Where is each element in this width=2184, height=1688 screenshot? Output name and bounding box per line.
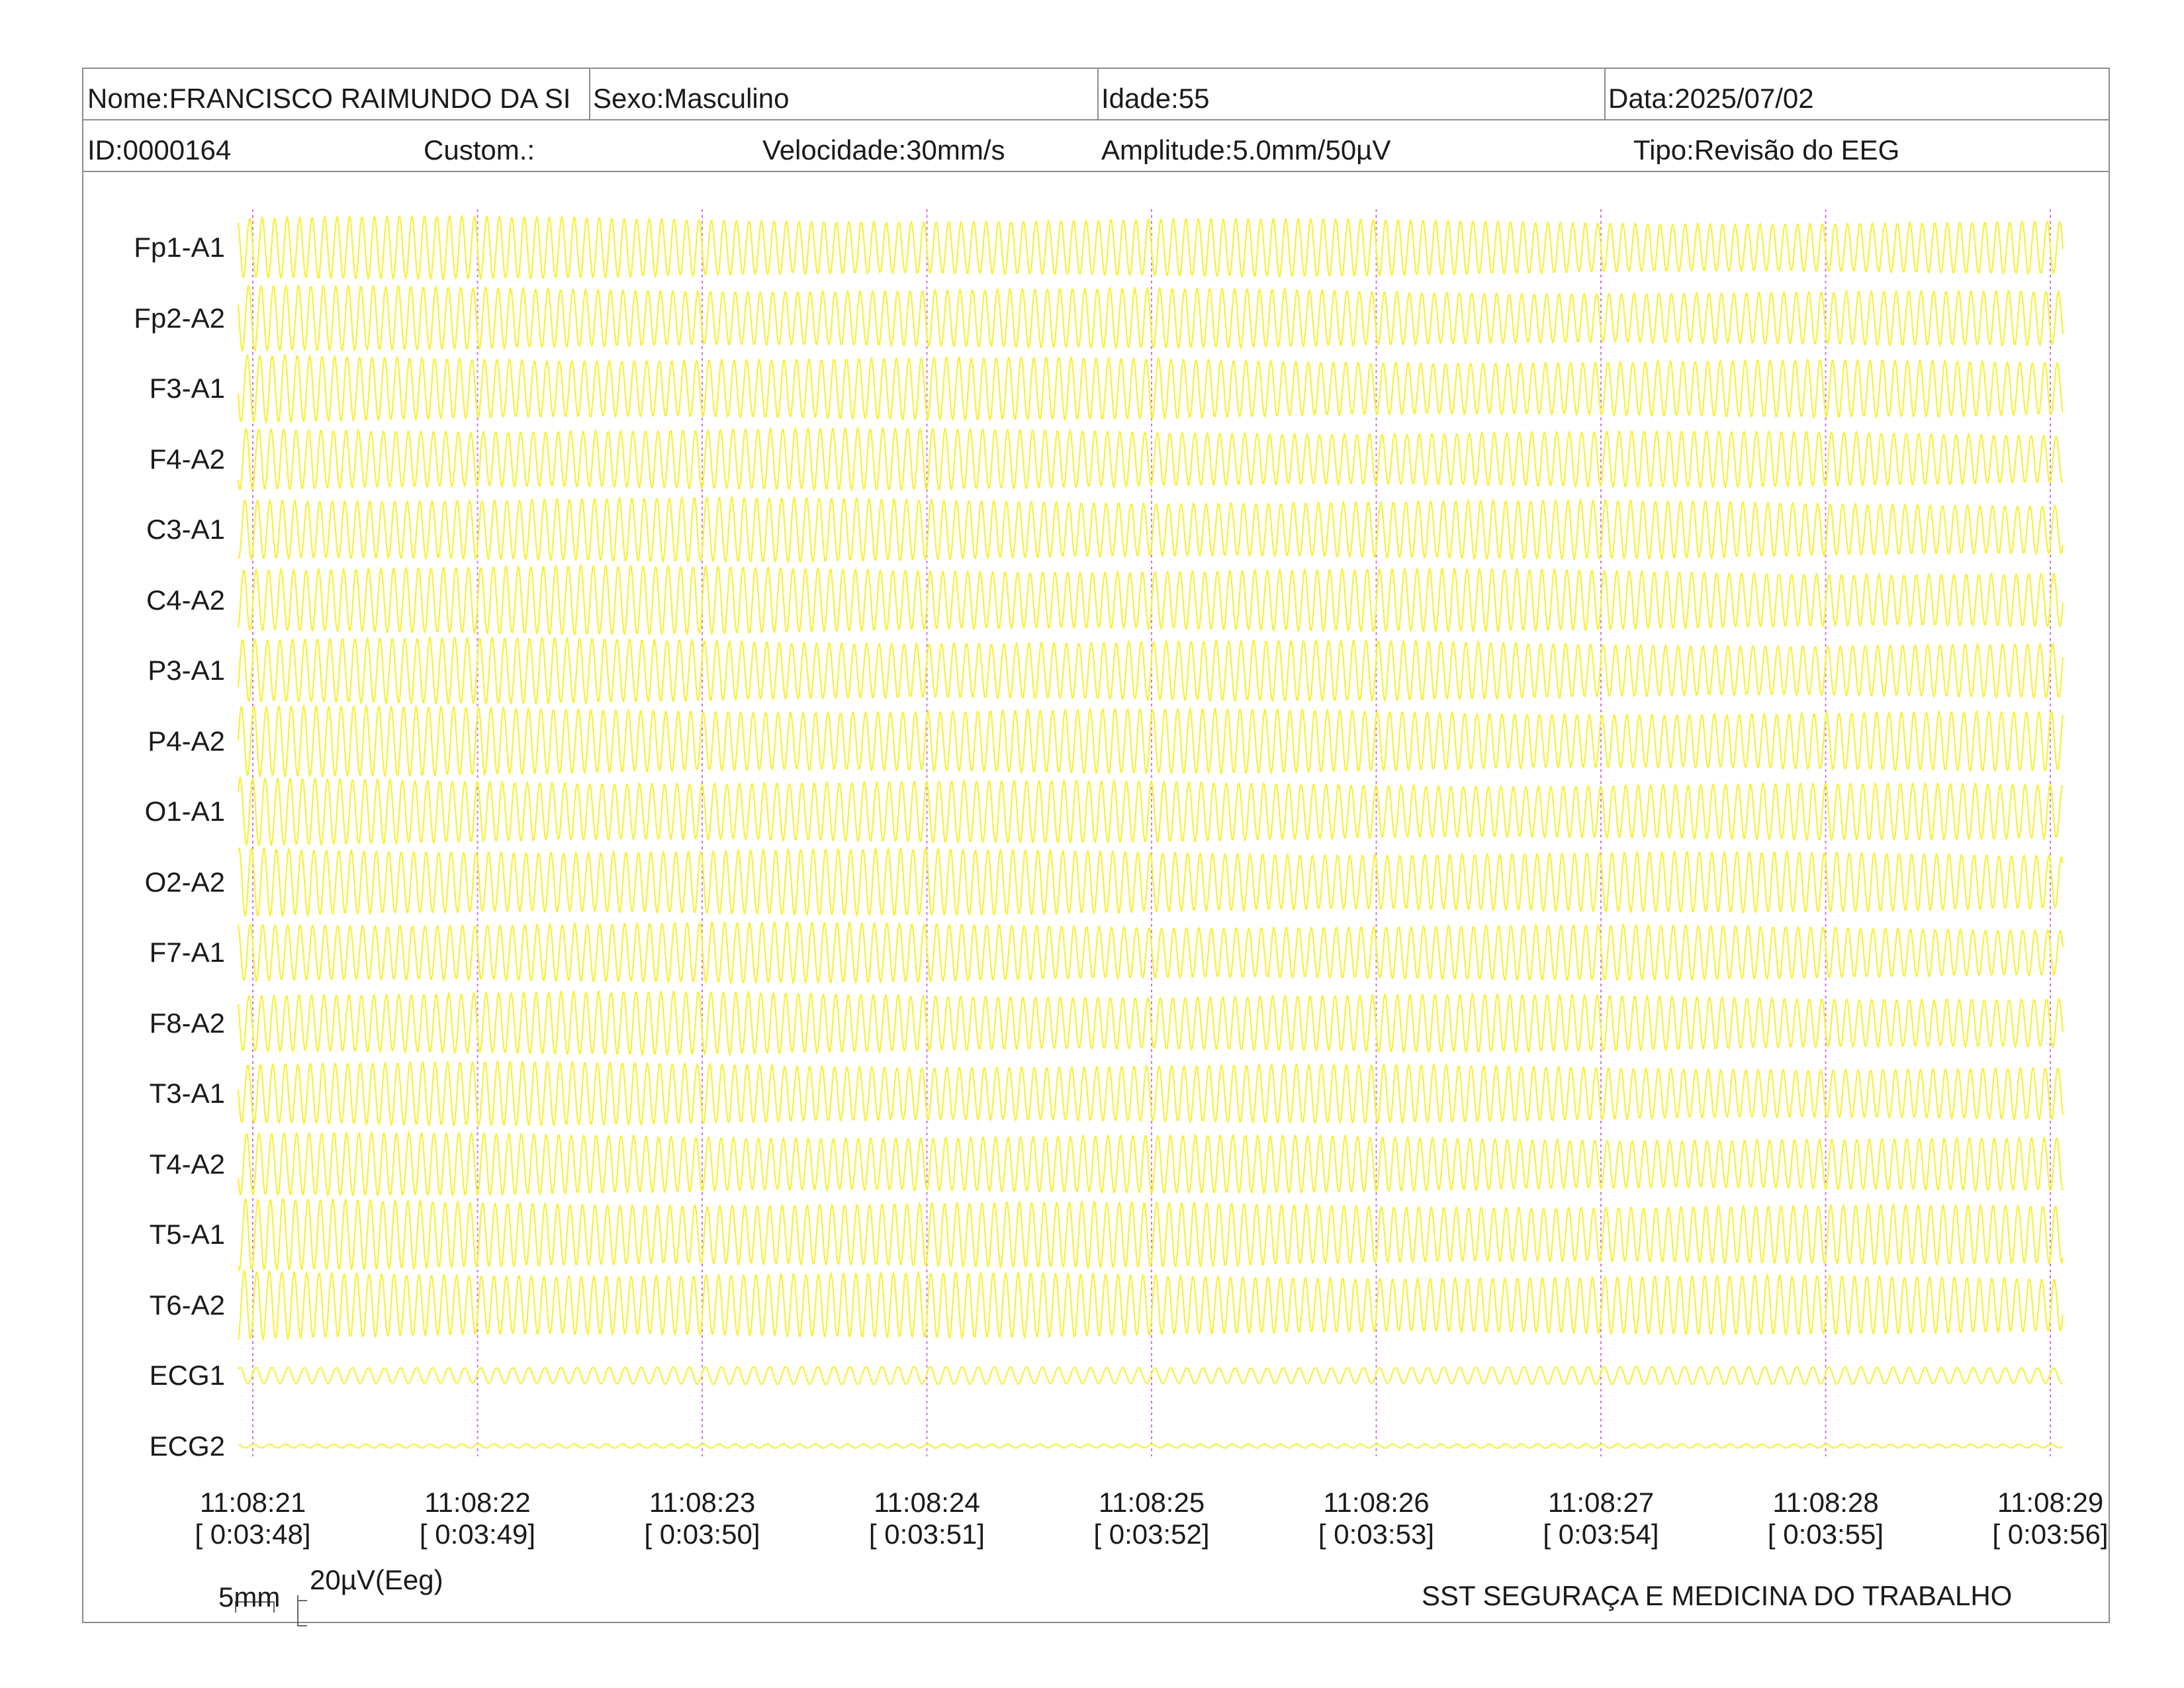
eeg-trace-f8-a2 xyxy=(237,990,2064,1056)
eeg-waveform-chart xyxy=(235,209,2064,1626)
amplitude-scale-bracket xyxy=(297,1595,307,1626)
eeg-trace-ecg2 xyxy=(238,1443,2064,1449)
eeg-trace-p3-a1 xyxy=(237,636,2064,705)
eeg-trace-c3-a1 xyxy=(238,496,2064,563)
eeg-trace-c4-a2 xyxy=(237,564,2064,635)
eeg-trace-f4-a2 xyxy=(237,426,2064,491)
eeg-trace-o2-a2 xyxy=(238,847,2064,917)
time-scale-label: 5mm xyxy=(218,1581,281,1613)
eeg-trace-t6-a2 xyxy=(237,1270,2064,1340)
eeg-trace-fp1-a1 xyxy=(237,214,2064,280)
eeg-trace-t3-a1 xyxy=(237,1060,2064,1127)
amplitude-scale-label: 20µV(Eeg) xyxy=(310,1564,443,1595)
eeg-trace-f3-a1 xyxy=(237,353,2064,424)
eeg-trace-o1-a1 xyxy=(237,776,2064,847)
eeg-trace-ecg1 xyxy=(238,1366,2064,1385)
company-name: SST SEGURAÇA E MEDICINA DO TRABALHO xyxy=(1422,1580,2013,1611)
eeg-trace-fp2-a2 xyxy=(237,284,2064,352)
eeg-trace-f7-a1 xyxy=(237,921,2064,984)
eeg-trace-t4-a2 xyxy=(237,1131,2064,1197)
eeg-traces xyxy=(237,214,2064,1449)
eeg-trace-p4-a2 xyxy=(237,704,2064,778)
eeg-trace-t5-a1 xyxy=(237,1197,2064,1272)
